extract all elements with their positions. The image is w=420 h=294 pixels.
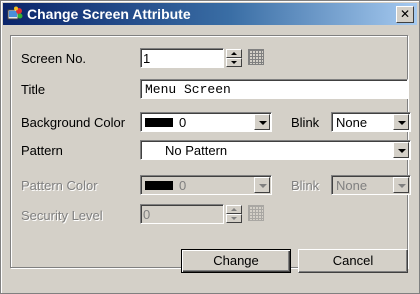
- pattern-select[interactable]: No Pattern: [140, 140, 411, 160]
- chevron-down-icon: [398, 121, 406, 125]
- pattern-value: No Pattern: [165, 143, 228, 158]
- pattern-blink-label: Blink: [291, 178, 320, 193]
- pattern-blink-value: None: [336, 178, 368, 193]
- screen-attribute-icon: [7, 6, 23, 20]
- background-color-select[interactable]: 0: [140, 112, 272, 132]
- screen-no-spinner[interactable]: [226, 49, 242, 67]
- chevron-down-icon: [398, 184, 406, 188]
- spin-up-button: [226, 205, 242, 214]
- close-icon: ✕: [399, 7, 411, 21]
- chevron-down-icon: [259, 184, 267, 188]
- color-swatch: [145, 118, 173, 127]
- cancel-button[interactable]: Cancel: [298, 249, 408, 273]
- blink-dropdown-button[interactable]: [393, 114, 409, 130]
- background-color-dropdown-button[interactable]: [254, 114, 270, 130]
- title-input[interactable]: Menu Screen: [140, 79, 408, 99]
- pattern-blink-dropdown-button: [393, 177, 409, 193]
- title-bar[interactable]: Change Screen Attribute ✕: [3, 3, 417, 25]
- keypad-icon: [248, 205, 264, 221]
- screen-no-label: Screen No.: [21, 51, 87, 66]
- screen-no-input[interactable]: 1: [140, 48, 224, 68]
- spin-up-button[interactable]: [226, 49, 242, 58]
- title-value: Menu Screen: [145, 82, 231, 97]
- security-level-spinner: [226, 205, 242, 223]
- pattern-blink-select: None: [331, 175, 411, 195]
- blink-label: Blink: [291, 115, 320, 130]
- keypad-icon[interactable]: [248, 49, 264, 65]
- spin-down-button[interactable]: [226, 58, 242, 67]
- change-screen-attribute-dialog: Change Screen Attribute ✕ Screen No. 1 T…: [0, 0, 420, 294]
- color-swatch: [145, 181, 173, 190]
- spin-down-button: [226, 214, 242, 223]
- chevron-down-icon: [259, 121, 267, 125]
- dialog-title: Change Screen Attribute: [27, 6, 191, 22]
- change-button[interactable]: Change: [181, 249, 291, 273]
- screen-no-value: 1: [143, 51, 151, 66]
- blink-value: None: [336, 115, 368, 130]
- pattern-color-select: 0: [140, 175, 272, 195]
- close-button[interactable]: ✕: [396, 6, 414, 23]
- blink-select[interactable]: None: [331, 112, 411, 132]
- background-color-label: Background Color: [21, 115, 126, 130]
- title-label: Title: [21, 82, 46, 97]
- background-color-value: 0: [179, 115, 187, 130]
- pattern-label: Pattern: [21, 143, 63, 158]
- pattern-dropdown-button[interactable]: [393, 142, 409, 158]
- security-level-label: Security Level: [21, 208, 103, 223]
- pattern-color-value: 0: [179, 178, 187, 193]
- pattern-color-label: Pattern Color: [21, 178, 98, 193]
- security-level-value: 0: [143, 207, 151, 222]
- security-level-input: 0: [140, 204, 224, 224]
- chevron-down-icon: [398, 149, 406, 153]
- pattern-color-dropdown-button: [254, 177, 270, 193]
